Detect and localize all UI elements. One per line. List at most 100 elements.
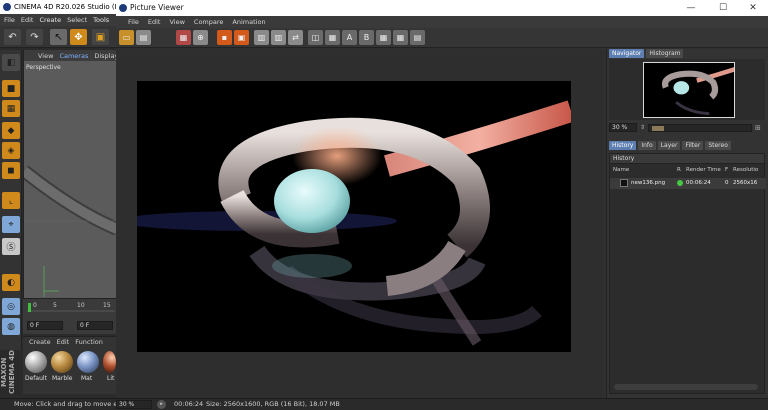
picture-viewer-titlebar[interactable]: Picture Viewer — ☐ ✕ xyxy=(116,0,768,16)
texture-icon[interactable]: ▦ xyxy=(2,100,20,117)
split-view-icon[interactable]: ▤ xyxy=(410,30,425,45)
move-tool-icon[interactable]: ✥ xyxy=(70,29,87,45)
c4d-menu-create[interactable]: Create xyxy=(39,16,61,24)
grid-alt-icon[interactable]: ▦ xyxy=(393,30,408,45)
material-menu-edit[interactable]: Edit xyxy=(57,338,70,346)
stop-render-icon[interactable]: ▪ xyxy=(217,30,232,45)
make-editable-icon[interactable]: ◧ xyxy=(2,54,20,71)
tab-histogram[interactable]: Histogram xyxy=(646,49,684,58)
close-icon[interactable]: ✕ xyxy=(738,0,768,16)
history-tabs: History Info Layer Filter Stereo xyxy=(609,141,731,150)
zoom-stepper-icon[interactable]: ⇕ xyxy=(640,124,645,131)
channel-b-icon[interactable]: B xyxy=(359,30,374,45)
c4d-left-toolbar: ◧ ■ ▦ ◆ ◈ ◼ ⌞ ⌖ Ⓢ ◐ ◎ ◍ xyxy=(0,50,22,350)
channel-a-icon[interactable]: A xyxy=(342,30,357,45)
material-default[interactable] xyxy=(25,351,47,373)
timeline[interactable]: 0 5 10 15 0 F 0 F xyxy=(23,298,116,334)
zoom-slider-handle[interactable] xyxy=(652,125,665,131)
status-hint: Move: Click and drag to move ele xyxy=(14,400,124,408)
tab-navigator[interactable]: Navigator xyxy=(609,49,645,58)
layout-icon[interactable]: ▦ xyxy=(325,30,340,45)
tab-history[interactable]: History xyxy=(609,141,637,150)
save-icon[interactable]: ▤ xyxy=(136,30,151,45)
pv-menu-animation[interactable]: Animation xyxy=(232,18,265,26)
zoom-fit-icon[interactable]: ⊞ xyxy=(755,124,761,132)
pv-menu-file[interactable]: File xyxy=(128,18,139,26)
navigator-preview-area xyxy=(609,59,765,120)
compare-a-icon[interactable]: ▥ xyxy=(254,30,269,45)
viewport-menu-display[interactable]: Display xyxy=(94,52,116,60)
fullscreen-icon[interactable]: ◫ xyxy=(308,30,323,45)
col-name[interactable]: Name xyxy=(613,167,629,173)
tab-stereo[interactable]: Stereo xyxy=(705,141,731,150)
material-mat[interactable] xyxy=(77,351,99,373)
grid-icon[interactable]: ▦ xyxy=(376,30,391,45)
material-marble[interactable] xyxy=(51,351,73,373)
material-lit[interactable] xyxy=(103,351,116,373)
c4d-menu-file[interactable]: File xyxy=(4,16,15,24)
select-arrow-icon[interactable]: ↖ xyxy=(50,29,67,45)
material-lit-label: Lit xyxy=(107,375,115,382)
navigator-zoom-field[interactable]: 30 % xyxy=(609,123,637,132)
cinema4d-logo-icon xyxy=(3,3,11,11)
snap-icon[interactable]: Ⓢ xyxy=(2,238,20,255)
render-status-icon xyxy=(677,180,683,186)
picture-viewer-menubar: File Edit View Compare Animation xyxy=(116,16,768,28)
viewport-menu-view[interactable]: View xyxy=(38,52,53,60)
swap-icon[interactable]: ⇄ xyxy=(288,30,303,45)
material-default-label: Default xyxy=(25,375,47,382)
c4d-viewport[interactable]: View Cameras Display Perspective xyxy=(23,50,117,298)
navigator-zoom-bar: 30 % ⇕ ⊞ xyxy=(609,122,765,133)
workplane-icon[interactable]: ⌖ xyxy=(2,216,20,233)
navigator-thumbnail-art xyxy=(645,63,734,117)
zoom-icon[interactable]: ⊕ xyxy=(193,30,208,45)
render-image xyxy=(137,81,571,352)
material-menu-function[interactable]: Function xyxy=(75,338,103,346)
picture-viewer-toolbar: ▭ ▤ ▦ ⊕ ▪ ▣ ▥ ▥ ⇄ ◫ ▦ A B ▦ ▦ ▤ xyxy=(116,28,768,48)
paint-icon[interactable]: ◍ xyxy=(2,318,20,335)
navigator-zoom-slider[interactable] xyxy=(648,123,753,132)
tab-filter[interactable]: Filter xyxy=(682,141,704,150)
undo-icon[interactable]: ↶ xyxy=(4,29,21,45)
axis-icon[interactable]: ⌞ xyxy=(2,192,20,209)
tab-layer[interactable]: Layer xyxy=(657,141,681,150)
col-render-time[interactable]: Render Time xyxy=(686,167,721,173)
c4d-menu-edit[interactable]: Edit xyxy=(21,16,34,24)
c4d-menu-tools[interactable]: Tools xyxy=(93,16,109,24)
scale-tool-icon[interactable]: ▣ xyxy=(92,29,109,45)
sculpt-icon[interactable]: ◎ xyxy=(2,298,20,315)
render-to-viewer-icon[interactable]: ▣ xyxy=(234,30,249,45)
pv-menu-view[interactable]: View xyxy=(169,18,184,26)
timeline-tick-5: 5 xyxy=(53,302,57,309)
col-resolution[interactable]: Resolutio xyxy=(733,167,758,173)
render-region-icon[interactable]: ▦ xyxy=(176,30,191,45)
c4d-window-title: CINEMA 4D R20.026 Studio (RC - R xyxy=(14,3,116,11)
col-r[interactable]: R xyxy=(677,167,681,173)
cinema4d-logo-icon xyxy=(119,4,127,12)
pv-menu-edit[interactable]: Edit xyxy=(148,18,161,26)
cube-icon[interactable]: ■ xyxy=(2,80,20,97)
open-folder-icon[interactable]: ▭ xyxy=(119,30,134,45)
redo-icon[interactable]: ↷ xyxy=(26,29,43,45)
minimize-icon[interactable]: — xyxy=(676,0,706,16)
points-icon[interactable]: ◆ xyxy=(2,122,20,139)
viewport-menu-cameras[interactable]: Cameras xyxy=(59,52,88,60)
maximize-icon[interactable]: ☐ xyxy=(708,0,738,16)
navigator-thumbnail[interactable] xyxy=(643,62,735,118)
tab-info[interactable]: Info xyxy=(638,141,656,150)
col-f[interactable]: F xyxy=(725,167,728,173)
history-row[interactable]: new136.png 00:06:24 0 2560x16 xyxy=(610,178,766,189)
polygons-icon[interactable]: ◼ xyxy=(2,162,20,179)
status-zoom-field[interactable]: 30 % xyxy=(116,400,152,409)
pv-menu-compare[interactable]: Compare xyxy=(194,18,224,26)
material-menu-create[interactable]: Create xyxy=(29,338,51,346)
c4d-menu-select[interactable]: Select xyxy=(67,16,87,24)
render-canvas[interactable] xyxy=(116,49,604,398)
status-play-icon[interactable]: ▸ xyxy=(157,400,166,409)
magnet-icon[interactable]: ◐ xyxy=(2,274,20,291)
history-scrollbar[interactable] xyxy=(614,384,758,390)
compare-b-icon[interactable]: ▥ xyxy=(271,30,286,45)
edges-icon[interactable]: ◈ xyxy=(2,142,20,159)
end-frame-field[interactable]: 0 F xyxy=(77,321,113,330)
start-frame-field[interactable]: 0 F xyxy=(27,321,63,330)
